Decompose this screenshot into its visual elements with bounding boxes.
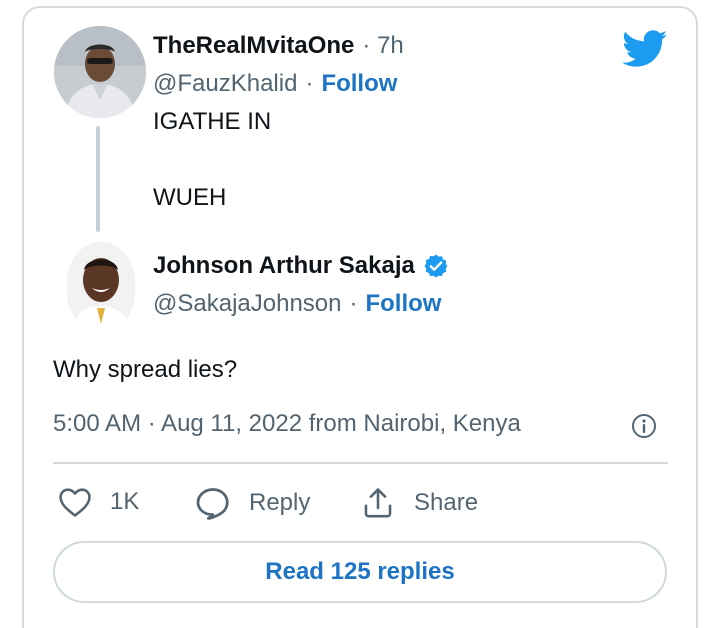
- separator-dot: ·: [305, 70, 314, 97]
- read-replies-button[interactable]: Read 125 replies: [53, 541, 667, 603]
- parent-handle-row: @FauzKhalid · Follow: [153, 70, 397, 98]
- like-button[interactable]: 1K: [58, 486, 139, 518]
- twitter-bird-icon[interactable]: [622, 30, 668, 68]
- reply-handle-row: @SakajaJohnson · Follow: [153, 290, 441, 318]
- reply-button[interactable]: Reply: [195, 486, 310, 520]
- tweet-timestamp[interactable]: 5:00 AM · Aug 11, 2022 from Nairobi, Ken…: [53, 410, 521, 438]
- share-label: Share: [414, 489, 479, 516]
- follow-button[interactable]: Follow: [321, 70, 397, 98]
- thread-connector-line: [96, 126, 100, 232]
- author-handle[interactable]: @SakajaJohnson: [153, 290, 341, 318]
- author-name[interactable]: TheRealMvitaOne: [153, 32, 354, 60]
- reply-label: Reply: [249, 489, 311, 516]
- verified-badge-icon: [423, 253, 449, 279]
- reply-bubble-icon: [196, 488, 229, 520]
- like-count: 1K: [110, 488, 140, 515]
- avatar-sakajajohnson[interactable]: [67, 242, 135, 332]
- author-name[interactable]: Johnson Arthur Sakaja: [153, 252, 415, 280]
- reply-text: Why spread lies?: [53, 356, 238, 383]
- divider: [53, 462, 668, 464]
- separator-dot: ·: [349, 290, 358, 317]
- follow-button[interactable]: Follow: [365, 290, 441, 318]
- avatar-therealmvitaone[interactable]: [54, 26, 146, 118]
- share-button[interactable]: Share: [360, 486, 478, 520]
- heart-icon: [59, 488, 91, 517]
- reply-author-row: Johnson Arthur Sakaja: [153, 252, 449, 280]
- tweet-text-line: IGATHE IN: [153, 108, 272, 135]
- parent-author-row: TheRealMvitaOne · 7h: [153, 32, 404, 60]
- time-ago[interactable]: · 7h: [362, 32, 403, 60]
- info-icon[interactable]: [631, 413, 657, 439]
- tweet-text-line: WUEH: [153, 184, 227, 211]
- share-icon: [364, 488, 392, 518]
- author-handle[interactable]: @FauzKhalid: [153, 70, 297, 98]
